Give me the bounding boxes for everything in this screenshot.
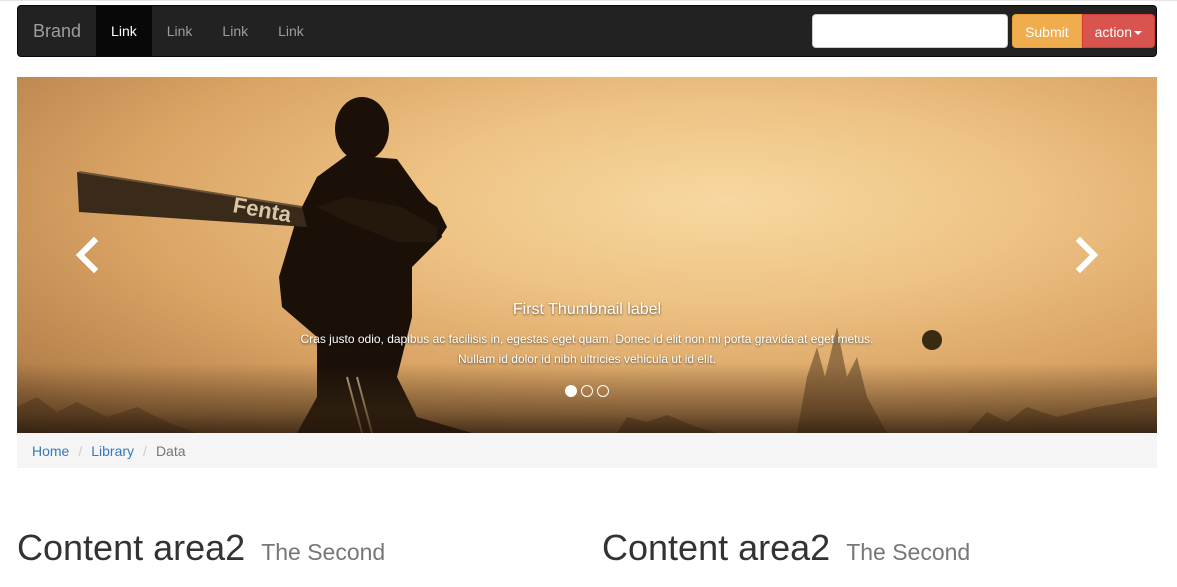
carousel-indicators (17, 385, 1157, 397)
carousel-indicator-3[interactable] (597, 385, 609, 397)
content-heading-1: Content area2 The Second (17, 527, 385, 569)
content-title-1: Content area2 (17, 527, 246, 568)
chevron-right-icon (1075, 236, 1099, 274)
content-heading-2: Content area2 The Second (602, 527, 970, 569)
carousel-indicator-1[interactable] (565, 385, 577, 397)
chevron-left-icon (75, 236, 99, 274)
action-label: action (1094, 24, 1132, 40)
breadcrumb-current: Data (155, 442, 186, 459)
caret-down-icon (1134, 31, 1142, 36)
navbar: Brand Link Link Link Link Submit action (17, 5, 1157, 57)
content-subtitle-2: The Second (846, 539, 971, 565)
carousel-next-control[interactable] (1017, 77, 1157, 433)
action-dropdown-button[interactable]: action (1081, 14, 1155, 48)
carousel-prev-control[interactable] (17, 77, 157, 433)
breadcrumb-library[interactable]: Library (91, 443, 134, 459)
carousel-ground-shade (17, 363, 1157, 433)
nav-link-3[interactable]: Link (207, 6, 263, 56)
nav-links: Link Link Link Link (96, 6, 319, 56)
content-subtitle-1: The Second (261, 539, 386, 565)
nav-link-1[interactable]: Link (96, 6, 152, 56)
caption-title: First Thumbnail label (512, 301, 662, 318)
breadcrumb: Home / Library / Data (17, 433, 1157, 468)
nav-link-4[interactable]: Link (263, 6, 319, 56)
carousel-caption: First Thumbnail label Cras justo odio, d… (217, 301, 957, 369)
caption-text-line1: Cras justo odio, dapibus ac facilisis in… (300, 332, 874, 346)
nav-link-2[interactable]: Link (152, 6, 208, 56)
search-input[interactable] (812, 14, 1009, 48)
image-carousel: Fenta First Thumbnail label Cras justo o… (17, 77, 1157, 433)
caption-text-line2: Nullam id dolor id nibh ultricies vehicu… (457, 352, 717, 366)
breadcrumb-separator: / (143, 442, 147, 459)
breadcrumb-home[interactable]: Home (32, 443, 69, 459)
carousel-indicator-2[interactable] (581, 385, 593, 397)
navbar-brand[interactable]: Brand (18, 6, 96, 56)
breadcrumb-separator: / (78, 442, 83, 459)
submit-button[interactable]: Submit (1012, 14, 1082, 48)
content-title-2: Content area2 (602, 527, 831, 568)
navbar-form: Submit action (812, 6, 1156, 56)
